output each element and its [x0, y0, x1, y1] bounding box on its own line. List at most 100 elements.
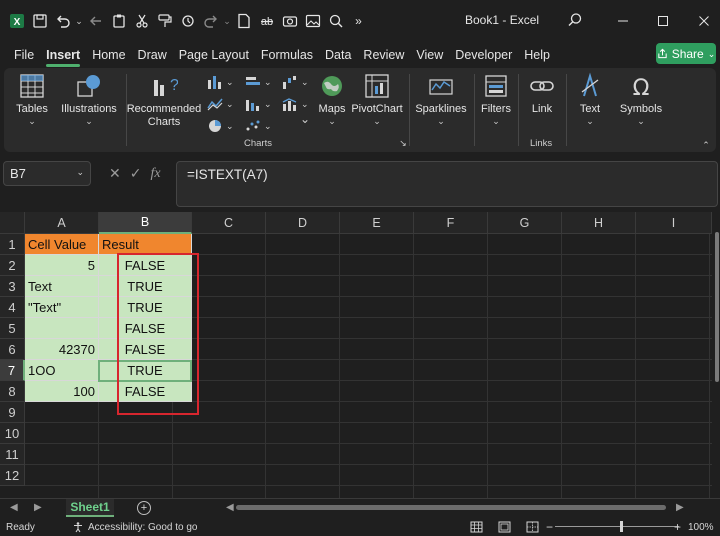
cut-icon[interactable] [130, 9, 153, 33]
accessibility-status[interactable]: Accessibility: Good to go [88, 522, 198, 533]
row-header-4[interactable]: 4 [0, 297, 25, 318]
zoom-level[interactable]: 100% [688, 522, 714, 533]
paste-icon[interactable] [107, 9, 130, 33]
search-icon[interactable] [567, 12, 583, 33]
bar-chart-button[interactable]: ⌄ [244, 74, 272, 90]
tab-home[interactable]: Home [86, 42, 131, 68]
insert-function-icon[interactable]: fx [150, 166, 160, 182]
save-icon[interactable] [28, 9, 51, 33]
charts-dialog-launcher-icon[interactable]: ↘ [398, 138, 408, 148]
cell-a6[interactable]: 42370 [25, 339, 99, 360]
scatter-chart-button[interactable]: ⌄ [244, 118, 272, 134]
tab-view[interactable]: View [410, 42, 449, 68]
back-arrow-icon[interactable] [84, 9, 107, 33]
column-header-h[interactable]: H [562, 212, 636, 234]
copy-icon[interactable] [176, 9, 199, 33]
cell-a2[interactable]: 5 [25, 255, 99, 276]
tab-page-layout[interactable]: Page Layout [173, 42, 255, 68]
collapse-ribbon-icon[interactable]: ⌃ [700, 140, 712, 150]
column-chart-button[interactable]: ⌄ [206, 74, 234, 90]
tab-help[interactable]: Help [518, 42, 556, 68]
zoom-slider-thumb[interactable] [620, 521, 623, 532]
waterfall-chart-button[interactable]: ⌄ [281, 74, 309, 90]
tab-file[interactable]: File [8, 42, 40, 68]
row-header-3[interactable]: 3 [0, 276, 25, 297]
pie-chart-button[interactable]: ⌄ [206, 118, 234, 134]
prev-sheet-icon[interactable]: ◀ [10, 502, 18, 513]
undo-dropdown-icon[interactable]: ⌄ [74, 9, 84, 33]
cell-a7[interactable]: 1OO [25, 360, 99, 381]
row-header-10[interactable]: 10 [0, 423, 25, 444]
tab-review[interactable]: Review [357, 42, 410, 68]
zoom-out-icon[interactable]: − [546, 520, 553, 534]
normal-view-icon[interactable] [470, 521, 483, 536]
column-header-i[interactable]: I [636, 212, 712, 234]
row-header-5[interactable]: 5 [0, 318, 25, 339]
recommended-charts-button[interactable]: ? Recommended Charts [127, 72, 202, 129]
symbols-button[interactable]: Ω Symbols ⌄ [616, 72, 666, 126]
horizontal-scroll-thumb[interactable] [236, 505, 666, 510]
illustrations-button[interactable]: Illustrations ⌄ [58, 72, 120, 126]
row-header-9[interactable]: 9 [0, 402, 25, 423]
row-header-6[interactable]: 6 [0, 339, 25, 360]
next-sheet-icon[interactable]: ▶ [34, 502, 42, 513]
zoom-slider[interactable] [555, 526, 679, 527]
minimize-icon[interactable] [614, 12, 632, 30]
redo-icon[interactable] [199, 9, 222, 33]
add-sheet-icon[interactable]: + [137, 501, 151, 515]
maximize-icon[interactable] [654, 12, 672, 30]
row-header-11[interactable]: 11 [0, 444, 25, 465]
strikethrough-icon[interactable]: ab [255, 9, 278, 33]
cell-a5[interactable] [25, 318, 99, 339]
text-button[interactable]: Text ⌄ [570, 72, 610, 126]
share-button[interactable]: Share ⌄ [656, 43, 716, 64]
link-button[interactable]: Link [522, 72, 562, 116]
more-icon[interactable]: » [347, 9, 370, 33]
tab-insert[interactable]: Insert [40, 42, 86, 68]
filters-button[interactable]: Filters ⌄ [476, 72, 516, 126]
camera-icon[interactable] [278, 9, 301, 33]
column-header-e[interactable]: E [340, 212, 414, 234]
empty-cells-ab[interactable] [25, 402, 192, 498]
page-layout-view-icon[interactable] [498, 521, 511, 536]
new-doc-icon[interactable] [232, 9, 255, 33]
row-header-7[interactable]: 7 [0, 360, 25, 381]
cell-b1[interactable]: Result [99, 234, 192, 255]
cancel-icon[interactable]: ✕ [109, 165, 121, 182]
undo-icon[interactable] [51, 9, 74, 33]
zoom-in-icon[interactable]: + [674, 520, 681, 534]
scroll-left-icon[interactable]: ◀ [226, 502, 234, 513]
cell-a1[interactable]: Cell Value [25, 234, 99, 255]
column-header-f[interactable]: F [414, 212, 488, 234]
column-header-g[interactable]: G [488, 212, 562, 234]
close-icon[interactable] [695, 12, 713, 30]
chevron-down-icon[interactable]: ⌄ [76, 167, 84, 177]
cell-a3[interactable]: Text [25, 276, 99, 297]
cell-a8[interactable]: 100 [25, 381, 99, 402]
pivotchart-button[interactable]: PivotChart ⌄ [350, 72, 404, 126]
vertical-scroll-thumb[interactable] [715, 232, 719, 382]
row-header-8[interactable]: 8 [0, 381, 25, 402]
select-all-corner[interactable] [0, 212, 25, 234]
maps-button[interactable]: Maps ⌄ [312, 72, 352, 126]
tab-formulas[interactable]: Formulas [255, 42, 319, 68]
combo-chart-button[interactable]: ⌄ [281, 96, 309, 112]
redo-dropdown-icon[interactable]: ⌄ [222, 9, 232, 33]
row-header-12[interactable]: 12 [0, 465, 25, 486]
statistic-chart-button[interactable]: ⌄ [244, 96, 272, 112]
worksheet-grid[interactable]: A B C D E F G H I 1 2 3 4 5 6 7 8 9 10 1… [0, 212, 712, 498]
column-header-c[interactable]: C [192, 212, 266, 234]
tab-draw[interactable]: Draw [132, 42, 173, 68]
tab-developer[interactable]: Developer [449, 42, 518, 68]
formula-input[interactable]: =ISTEXT(A7) [176, 161, 718, 207]
zoom-icon[interactable] [324, 9, 347, 33]
tab-data[interactable]: Data [319, 42, 357, 68]
sheet-tab-sheet1[interactable]: Sheet1 [66, 499, 114, 517]
scroll-right-icon[interactable]: ▶ [676, 502, 684, 513]
accessibility-icon[interactable] [72, 521, 84, 536]
format-painter-icon[interactable] [153, 9, 176, 33]
tables-button[interactable]: Tables ⌄ [12, 72, 52, 126]
column-header-d[interactable]: D [266, 212, 340, 234]
empty-cells[interactable] [192, 234, 712, 498]
enter-icon[interactable]: ✓ [130, 165, 142, 182]
